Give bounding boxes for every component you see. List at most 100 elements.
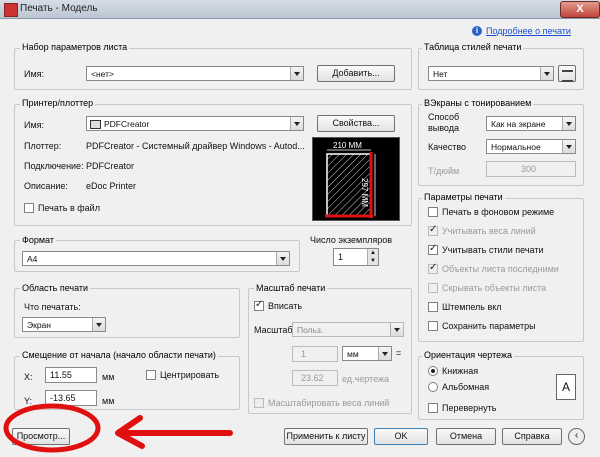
drawing-units-label: ед.чертежа: [342, 374, 390, 384]
collapse-icon[interactable]: ‹: [568, 428, 585, 445]
ok-button[interactable]: OK: [374, 428, 428, 445]
print-option-checkbox[interactable]: [428, 283, 438, 293]
quality-select[interactable]: Нормальное: [486, 139, 576, 154]
scale-value-1[interactable]: 1: [292, 346, 338, 362]
offset-label: Смещение от начала (начало области печат…: [20, 350, 218, 360]
equals-sign: =: [396, 348, 402, 358]
center-label: Центрировать: [160, 370, 220, 380]
print-options-label: Параметры печати: [422, 192, 505, 202]
what-to-print-label: Что печатать:: [24, 302, 81, 312]
chevron-down-icon: [540, 67, 553, 80]
flip-checkbox[interactable]: [428, 403, 438, 413]
print-option-label: Учитывать стили печати: [442, 245, 544, 255]
print-area-label: Область печати: [20, 283, 91, 293]
offset-x-input[interactable]: 11.55: [45, 367, 97, 383]
print-option-label: Объекты листа последними: [442, 264, 559, 274]
preview-button[interactable]: Просмотр...: [12, 428, 70, 445]
fit-checkbox[interactable]: [254, 299, 264, 311]
window-title: Печать - Модель: [20, 3, 98, 14]
scale-label: Масштаб:: [254, 325, 296, 335]
print-option-checkbox[interactable]: [428, 262, 438, 274]
info-icon: i: [472, 26, 482, 36]
scale-value-2[interactable]: 23.62: [292, 370, 338, 386]
annotation-arrow: [115, 415, 233, 449]
print-to-file-label: Печать в файл: [38, 203, 100, 213]
portrait-radio[interactable]: [428, 366, 438, 376]
orientation-label: Ориентация чертежа: [422, 350, 515, 360]
fit-label: Вписать: [268, 301, 303, 311]
print-option-label: Учитывать веса линий: [442, 226, 536, 236]
chevron-down-icon: [290, 117, 303, 130]
print-option-checkbox[interactable]: [428, 243, 438, 255]
print-option-label: Печать в фоновом режиме: [442, 207, 555, 217]
add-button[interactable]: Добавить...: [317, 65, 395, 82]
page-setup-name-select[interactable]: <нет>: [86, 66, 304, 81]
chevron-down-icon: [92, 318, 105, 331]
scale-unit-select[interactable]: мм: [342, 346, 392, 361]
plotter-value: PDFCreator - Системный драйвер Windows -…: [86, 141, 304, 151]
help-link[interactable]: Подробнее о печати: [486, 26, 571, 36]
print-option-checkbox[interactable]: [428, 224, 438, 236]
description-label: Описание:: [24, 181, 68, 191]
offset-x-label: X:: [24, 372, 33, 382]
page-setup-label: Набор параметров листа: [20, 42, 130, 52]
cancel-button[interactable]: Отмена: [436, 428, 496, 445]
connection-value: PDFCreator: [86, 161, 135, 171]
copies-stepper[interactable]: 1 ▲ ▼: [333, 248, 379, 266]
print-to-file-checkbox[interactable]: [24, 203, 34, 213]
copies-label: Число экземпляров: [310, 235, 393, 245]
edit-style-table-button[interactable]: [558, 65, 576, 82]
scale-weights-checkbox[interactable]: [254, 398, 264, 408]
offset-y-label: Y:: [24, 396, 33, 406]
preview-height-label: 297 MM: [360, 178, 369, 207]
landscape-label: Альбомная: [442, 382, 490, 392]
format-label: Формат: [20, 235, 56, 245]
center-checkbox[interactable]: [146, 370, 156, 380]
what-to-print-select[interactable]: Экран: [22, 317, 106, 332]
print-option-checkbox[interactable]: [428, 207, 438, 217]
dpi-input[interactable]: 300: [486, 161, 576, 177]
output-mode-label-2: вывода: [428, 123, 459, 133]
apply-to-layout-button[interactable]: Применить к листу: [284, 428, 368, 445]
style-table-label: Таблица стилей печати: [422, 42, 524, 52]
scale-weights-label: Масштабировать веса линий: [268, 398, 390, 408]
orientation-page-icon: A: [556, 374, 576, 400]
print-option-label: Сохранить параметры: [442, 321, 536, 331]
flip-label: Перевернуть: [442, 403, 497, 413]
printer-icon: [90, 120, 101, 129]
offset-x-unit: мм: [102, 372, 115, 382]
scale-group-label: Масштаб печати: [254, 283, 328, 293]
printer-name-label: Имя:: [24, 120, 45, 130]
app-icon: [4, 3, 18, 17]
close-button[interactable]: X: [560, 1, 600, 18]
print-option-label: Штемпель вкл: [442, 302, 502, 312]
connection-label: Подключение:: [24, 161, 84, 171]
properties-button[interactable]: Свойства...: [317, 115, 395, 132]
page-setup-name-label: Имя:: [24, 69, 45, 79]
chevron-down-icon: [562, 117, 575, 130]
paper-preview: 210 MM 297 MM: [312, 137, 400, 221]
dpi-label: Т/дюйм: [428, 166, 460, 176]
print-option-checkbox[interactable]: [428, 321, 438, 331]
chevron-down-icon: [562, 140, 575, 153]
chevron-down-icon: [276, 252, 289, 265]
print-option-label: Скрывать объекты листа: [442, 283, 547, 293]
quality-label: Качество: [428, 142, 467, 152]
preview-width-label: 210 MM: [333, 141, 362, 150]
scale-select[interactable]: Польз.: [292, 322, 404, 337]
offset-y-input[interactable]: -13.65: [45, 390, 97, 406]
style-table-select[interactable]: Нет: [428, 66, 554, 81]
printer-group-label: Принтер/плоттер: [20, 98, 96, 108]
landscape-radio[interactable]: [428, 382, 438, 392]
printer-name-select[interactable]: PDFCreator: [86, 116, 304, 131]
chevron-down-icon: [290, 67, 303, 80]
shaded-label: ВЭкраны с тонированием: [422, 98, 534, 108]
output-mode-select[interactable]: Как на экране: [486, 116, 576, 131]
format-select[interactable]: A4: [22, 251, 290, 266]
print-option-checkbox[interactable]: [428, 302, 438, 312]
description-value: eDoc Printer: [86, 181, 137, 191]
spin-down-icon[interactable]: ▼: [367, 257, 378, 265]
help-button[interactable]: Справка: [502, 428, 562, 445]
chevron-down-icon: [390, 323, 403, 336]
spin-up-icon[interactable]: ▲: [367, 249, 378, 257]
